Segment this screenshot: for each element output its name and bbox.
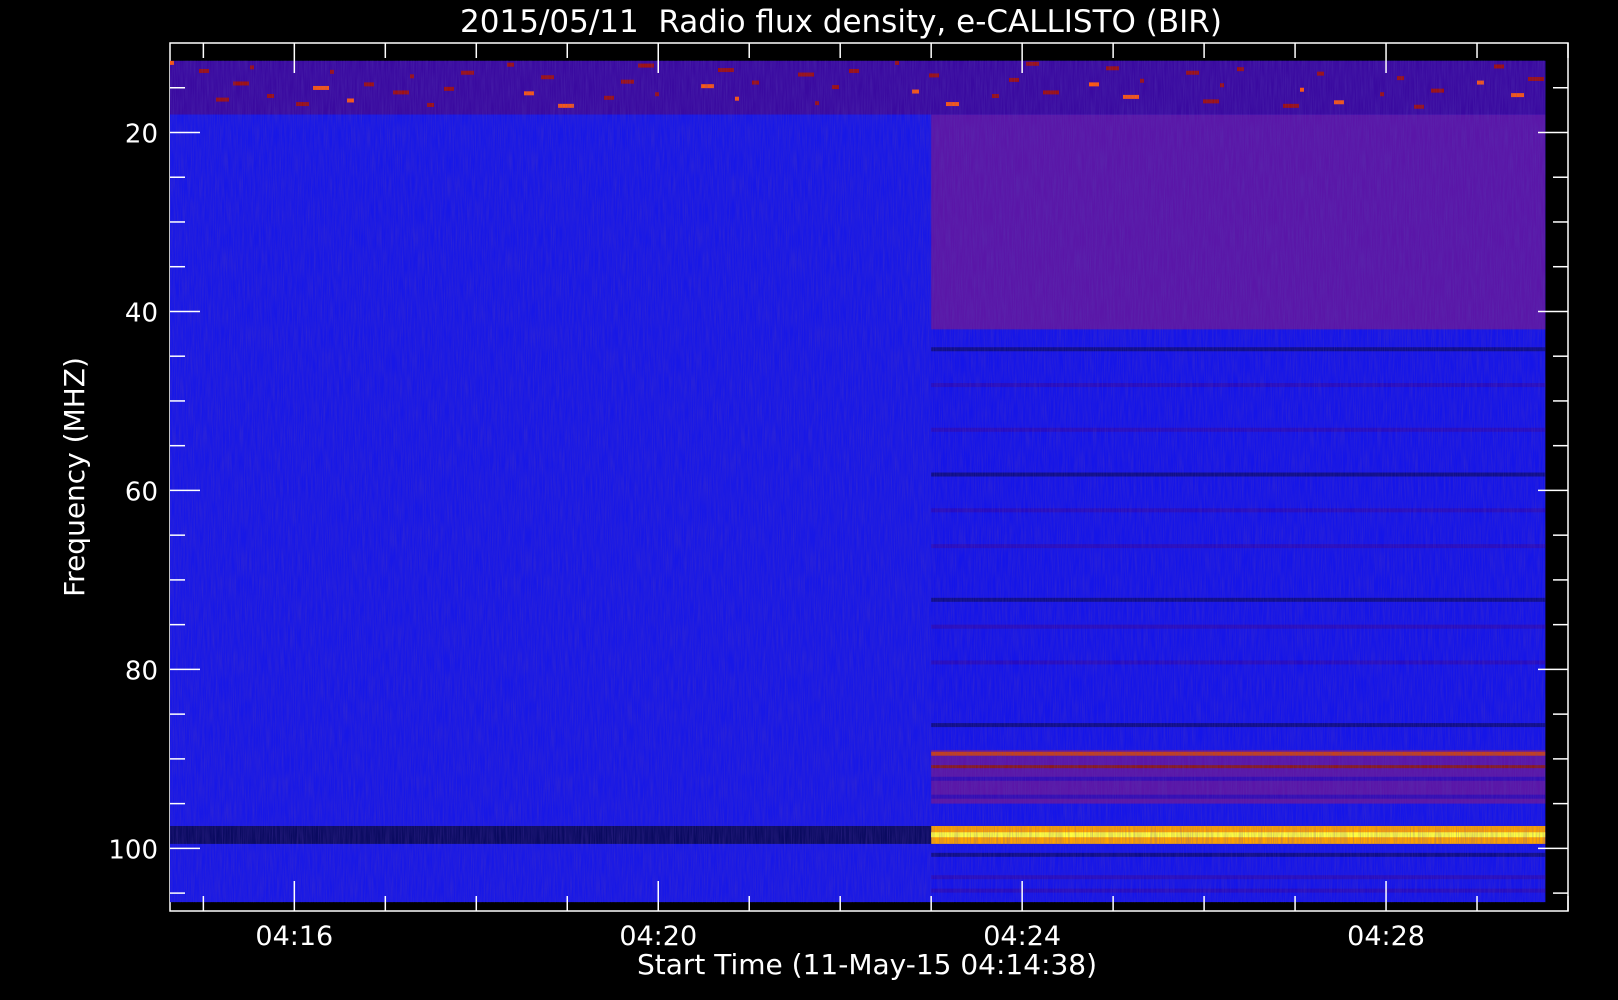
y-tick-label: 60 xyxy=(125,477,158,507)
chart-title: 2015/05/11 Radio flux density, e-CALLIST… xyxy=(460,4,1222,40)
texture-overlay xyxy=(170,60,1546,903)
spectrogram-chart: 2015/05/11 Radio flux density, e-CALLIST… xyxy=(58,4,1569,981)
y-tick-label: 20 xyxy=(125,119,158,149)
plot-area: 20406080100 04:16 04:20 04:24 04:28 xyxy=(108,42,1569,952)
x-tick-label: 04:16 xyxy=(255,921,333,952)
y-axis-label: Frequency (MHZ) xyxy=(58,357,91,597)
x-axis-label: Start Time (11-May-15 04:14:38) xyxy=(637,948,1097,981)
y-tick-label: 100 xyxy=(108,835,158,865)
y-tick-label: 80 xyxy=(125,656,158,686)
y-tick-label: 40 xyxy=(125,298,158,328)
x-tick-label: 04:28 xyxy=(1347,921,1425,952)
